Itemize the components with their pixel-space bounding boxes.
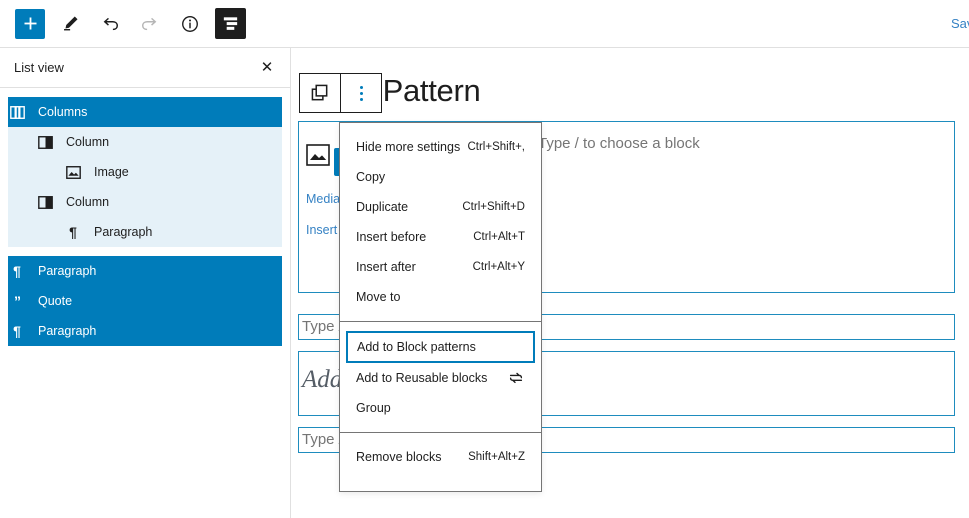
list-view-group-columns: Columns (8, 97, 282, 127)
column-icon (36, 133, 54, 151)
block-options-menu: Hide more settings Ctrl+Shift+, Copy Dup… (339, 122, 542, 492)
edit-tool-button[interactable] (55, 9, 85, 39)
menu-item-add-to-reusable-blocks[interactable]: Add to Reusable blocks (346, 363, 535, 393)
list-view-items: Columns Column Image Column ¶ Paragraph … (0, 88, 290, 346)
menu-item-label: Move to (356, 290, 401, 304)
list-view-item-label: Paragraph (38, 324, 97, 338)
paragraph-icon: ¶ (69, 224, 77, 240)
list-view-item-label: Columns (38, 105, 88, 119)
menu-section-3: Remove blocks Shift+Alt+Z (340, 432, 541, 481)
reusable-icon (507, 369, 525, 387)
menu-item-label: Insert before (356, 230, 427, 244)
menu-item-label: Group (356, 401, 391, 415)
list-view-item-quote[interactable]: ” Quote (8, 286, 282, 316)
list-view-item-paragraph-2[interactable]: ¶ Paragraph (8, 256, 282, 286)
list-view-item-label: Image (94, 165, 129, 179)
menu-item-add-to-block-patterns[interactable]: Add to Block patterns (346, 331, 535, 363)
menu-item-insert-after[interactable]: Insert after Ctrl+Alt+Y (346, 252, 535, 282)
column-right-placeholder[interactable]: Type / to choose a block (538, 135, 700, 152)
save-draft-button[interactable]: Save draft (951, 16, 969, 31)
list-view-title: List view (14, 60, 64, 75)
more-options-icon (359, 85, 363, 101)
menu-item-copy[interactable]: Copy (346, 162, 535, 192)
menu-item-insert-before[interactable]: Insert before Ctrl+Alt+T (346, 222, 535, 252)
list-view-item-image[interactable]: Image (8, 157, 282, 187)
list-view-button[interactable] (215, 8, 246, 39)
column-icon (36, 193, 54, 211)
wordpress-block-editor: Save draft List view ✕ Columns (0, 0, 969, 518)
undo-button[interactable] (95, 9, 125, 39)
add-block-button[interactable] (15, 8, 45, 39)
list-view-item-label: Column (66, 195, 110, 209)
paragraph-icon: ¶ (13, 263, 21, 279)
menu-item-shortcut: Ctrl+Alt+T (473, 231, 525, 243)
list-view-group-selected-blocks: ¶ Paragraph ” Quote ¶ Paragraph (8, 256, 282, 346)
quote-icon: ” (14, 293, 21, 309)
menu-item-shortcut: Shift+Alt+Z (468, 451, 525, 463)
details-button[interactable] (175, 9, 205, 39)
list-view-item-paragraph-3[interactable]: ¶ Paragraph (8, 316, 282, 346)
close-icon[interactable]: ✕ (256, 57, 278, 79)
menu-item-label: Copy (356, 170, 386, 184)
menu-item-shortcut: Ctrl+Alt+Y (472, 261, 525, 273)
list-view-panel: List view ✕ Columns Column Image Column … (0, 48, 291, 518)
undo-icon (103, 17, 119, 30)
list-view-item-column-1[interactable]: Column (8, 127, 282, 157)
menu-item-shortcut: Ctrl+Shift+D (462, 201, 525, 213)
menu-item-label: Add to Reusable blocks (356, 371, 488, 385)
select-parent-block-button[interactable] (300, 74, 340, 112)
menu-section-2: Add to Block patterns Add to Reusable bl… (340, 321, 541, 432)
columns-icon (8, 103, 26, 121)
copy-blocks-icon (311, 84, 327, 100)
menu-item-shortcut: Ctrl+Shift+, (467, 141, 525, 153)
menu-item-duplicate[interactable]: Duplicate Ctrl+Shift+D (346, 192, 535, 222)
menu-section-1: Hide more settings Ctrl+Shift+, Copy Dup… (340, 123, 541, 321)
list-view-item-label: Quote (38, 294, 73, 308)
list-view-item-columns[interactable]: Columns (8, 97, 282, 127)
menu-item-label: Remove blocks (356, 450, 442, 464)
plus-icon (24, 17, 36, 30)
list-view-item-column-2[interactable]: Column (8, 187, 282, 217)
list-view-group-children: Column Image Column ¶ Paragraph (8, 127, 282, 247)
menu-item-label: Insert after (356, 260, 416, 274)
pencil-icon (63, 16, 78, 31)
menu-item-hide-more-settings[interactable]: Hide more settings Ctrl+Shift+, (346, 132, 535, 162)
redo-button[interactable] (135, 9, 165, 39)
list-view-header: List view ✕ (0, 48, 290, 88)
list-view-icon (223, 17, 238, 30)
image-icon (306, 144, 334, 170)
block-toolbar (299, 73, 382, 113)
list-view-item-label: Paragraph (94, 225, 153, 239)
list-view-item-label: Paragraph (38, 264, 97, 278)
block-options-button[interactable] (341, 74, 381, 112)
menu-item-remove-blocks[interactable]: Remove blocks Shift+Alt+Z (346, 442, 535, 472)
redo-icon (141, 17, 157, 30)
list-view-item-paragraph-1[interactable]: ¶ Paragraph (8, 217, 282, 247)
image-icon (64, 163, 82, 181)
list-view-item-label: Column (66, 135, 110, 149)
menu-item-label: Duplicate (356, 200, 409, 214)
editor-top-toolbar: Save draft (0, 0, 969, 48)
menu-item-label: Add to Block patterns (357, 340, 476, 354)
info-icon (182, 15, 198, 32)
menu-item-move-to[interactable]: Move to (346, 282, 535, 312)
menu-item-group[interactable]: Group (346, 393, 535, 423)
paragraph-icon: ¶ (13, 323, 21, 339)
menu-item-label: Hide more settings (356, 140, 461, 154)
